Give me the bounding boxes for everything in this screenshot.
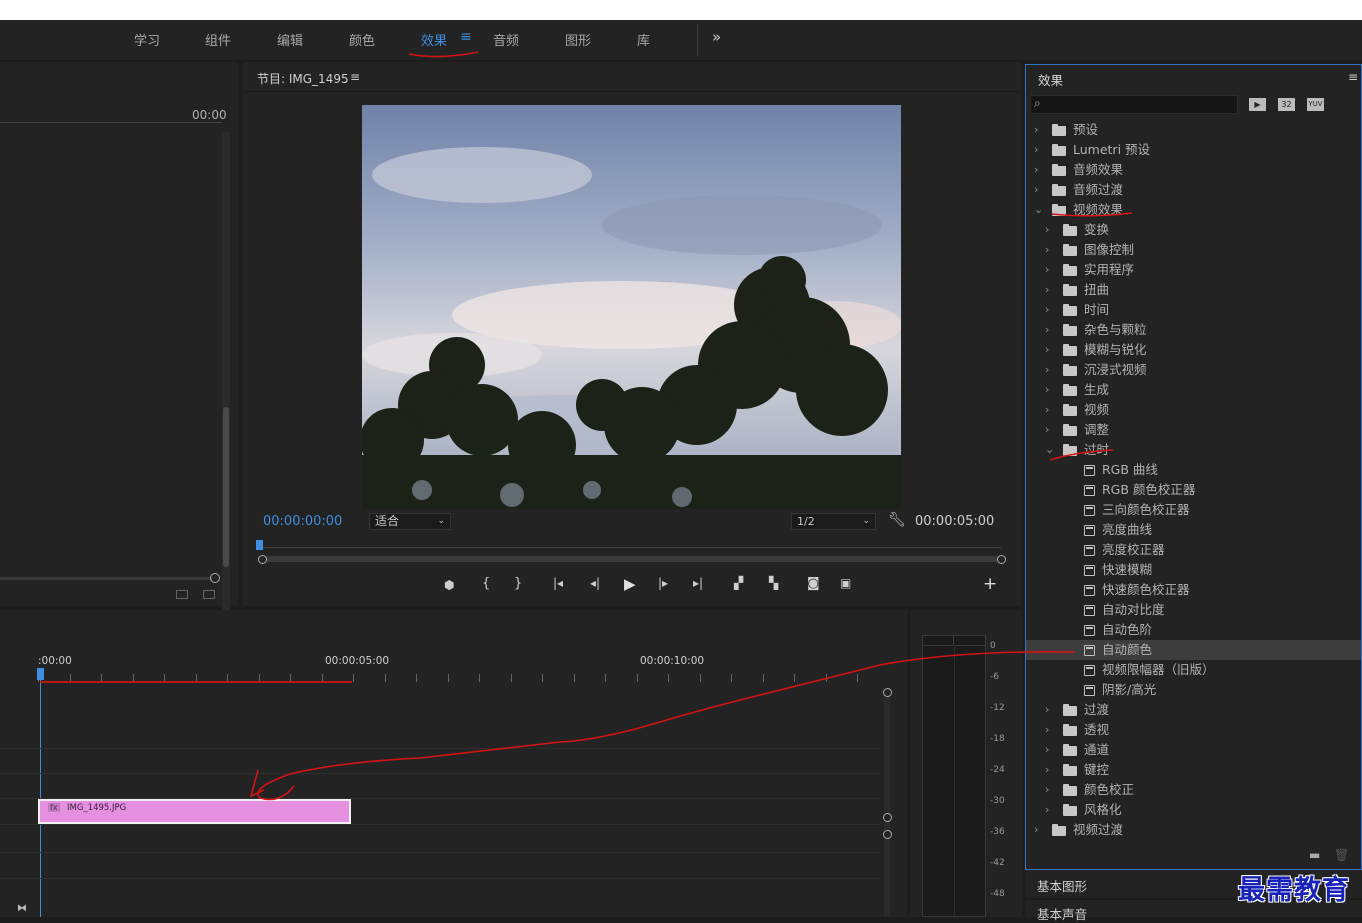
annotation-underline-effects xyxy=(408,51,479,58)
watermark-logo: 最需教育 xyxy=(1238,875,1350,906)
annotation-underline-video-effects xyxy=(1051,212,1133,217)
annotation-underline-obsolete xyxy=(1049,449,1114,461)
annotation-drag-arrow xyxy=(257,650,1076,801)
red-annotation-overlay xyxy=(40,51,1133,801)
